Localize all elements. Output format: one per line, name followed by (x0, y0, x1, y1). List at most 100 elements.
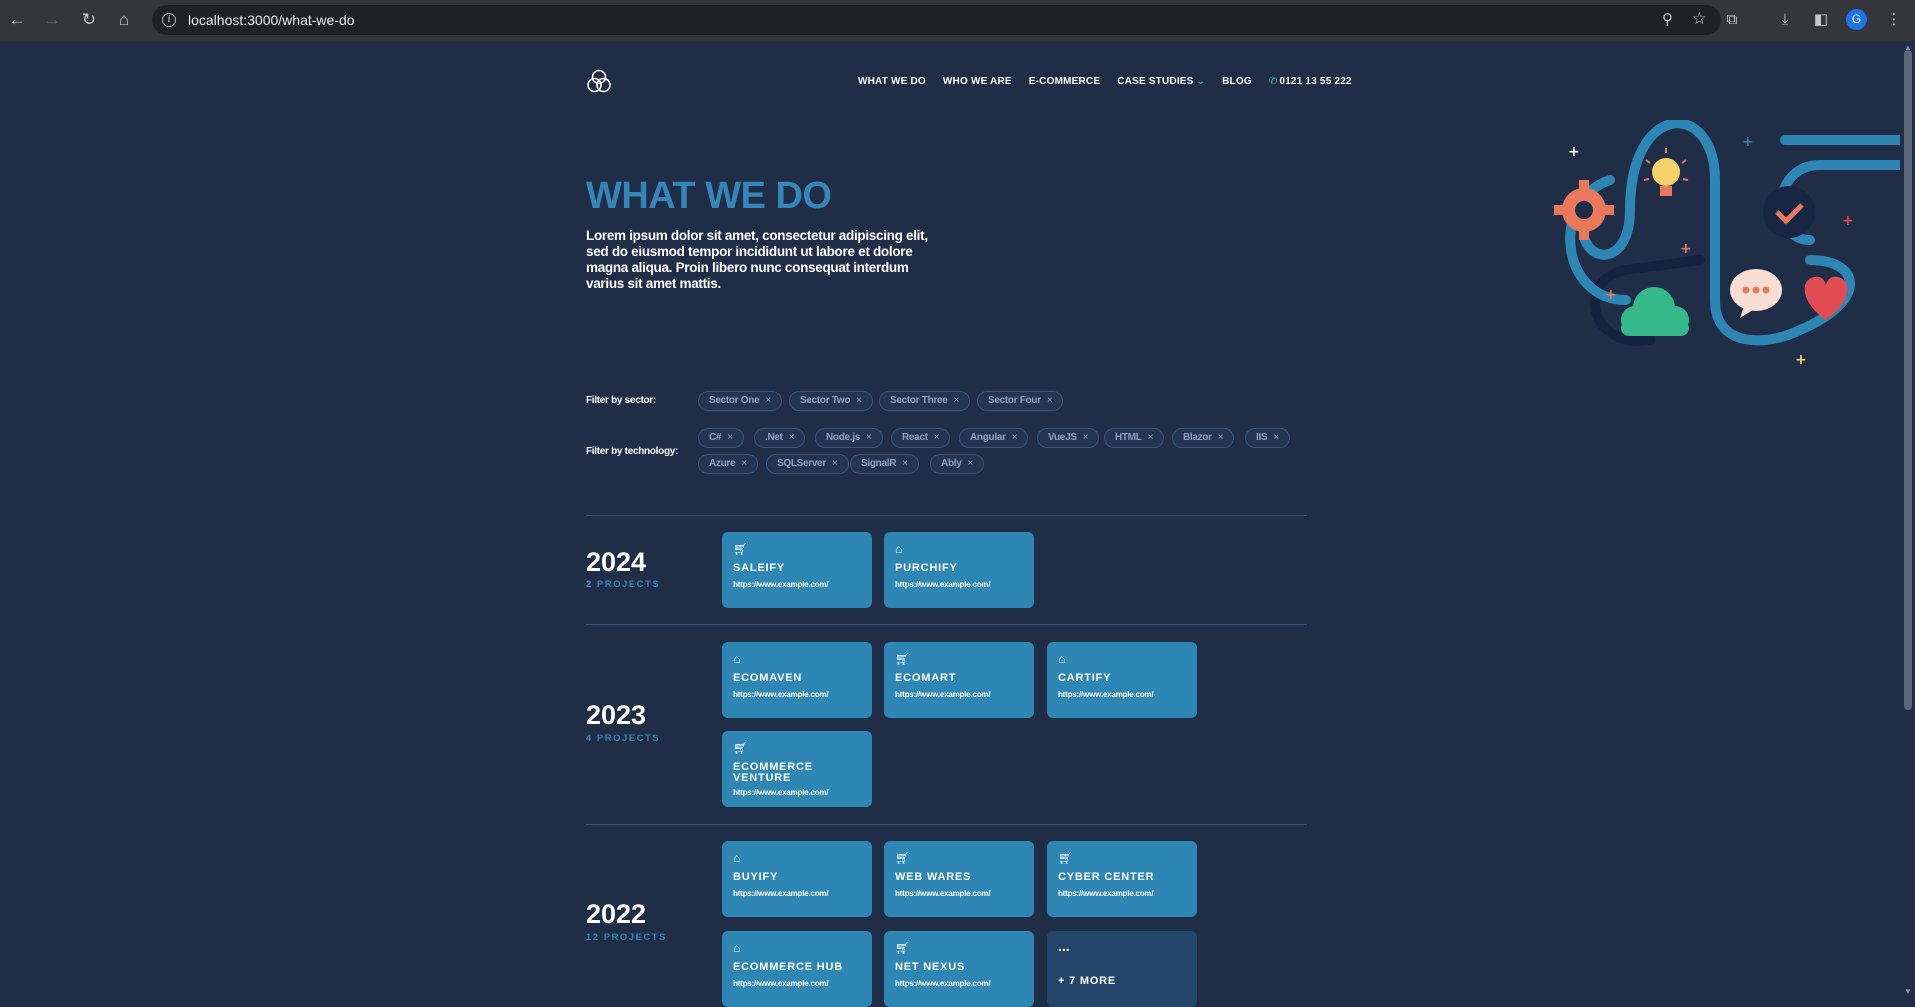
project-name: CYBER CENTER (1058, 871, 1155, 883)
back-icon[interactable]: ← (6, 9, 28, 31)
remove-icon[interactable]: × (832, 458, 838, 469)
scrollbar-thumb[interactable] (1904, 50, 1912, 710)
technology-chip[interactable]: HTML × (1104, 428, 1165, 448)
side-panel-icon[interactable]: ◧ (1811, 10, 1831, 30)
project-card[interactable]: ⌂ ECOMMERCE HUB https://www.example.com/ (722, 931, 872, 1007)
extensions-icon[interactable]: ⧉ (1722, 10, 1742, 30)
technology-chip[interactable]: VueJS × (1037, 428, 1100, 448)
project-url[interactable]: https://www.example.com/ (733, 889, 861, 898)
remove-icon[interactable]: × (954, 395, 960, 406)
remove-icon[interactable]: × (727, 432, 733, 443)
menu-kebab-icon[interactable]: ⋮ (1884, 10, 1904, 30)
remove-icon[interactable]: × (741, 458, 747, 469)
project-url[interactable]: https://www.example.com/ (733, 979, 861, 988)
project-url[interactable]: https://www.example.com/ (1058, 690, 1186, 699)
remove-icon[interactable]: × (1047, 395, 1053, 406)
technology-chip[interactable]: React × (891, 428, 951, 448)
technology-chip[interactable]: C# × (698, 428, 744, 448)
technology-chip[interactable]: IIS × (1245, 428, 1290, 448)
project-card[interactable]: ⌂ ECOMAVEN https://www.example.com/ (722, 642, 872, 718)
reload-icon[interactable]: ↻ (78, 9, 100, 31)
project-count: 12 PROJECTS (586, 932, 667, 943)
project-card[interactable]: 🛒︎ WEB WARES https://www.example.com/ (884, 841, 1034, 917)
more-projects-card[interactable]: ... + 7 MORE (1047, 931, 1197, 1007)
project-card[interactable]: ⌂ PURCHIFY https://www.example.com/ (884, 532, 1034, 608)
project-url[interactable]: https://www.example.com/ (733, 788, 861, 797)
chip-label: Azure (709, 458, 736, 469)
nav-phone[interactable]: ✆ 0121 13 55 222 (1269, 76, 1352, 87)
remove-icon[interactable]: × (1012, 432, 1018, 443)
nav-case-studies[interactable]: CASE STUDIES ⌄ (1117, 76, 1205, 87)
remove-icon[interactable]: × (1218, 432, 1224, 443)
technology-chip[interactable]: Angular × (959, 428, 1029, 448)
technology-chip[interactable]: Blazor × (1172, 428, 1235, 448)
project-name: WEB WARES (895, 871, 972, 883)
chip-label: React (902, 432, 928, 443)
project-card[interactable]: 🛒︎ CYBER CENTER https://www.example.com/ (1047, 841, 1197, 917)
project-name: ECOMMERCE VENTURE (733, 761, 813, 784)
project-card[interactable]: 🛒︎ ECOMART https://www.example.com/ (884, 642, 1034, 718)
remove-icon[interactable]: × (765, 395, 771, 406)
technology-chip[interactable]: .Net × (754, 428, 806, 448)
remove-icon[interactable]: × (1148, 432, 1154, 443)
technology-chip[interactable]: SQLServer × (766, 454, 849, 474)
chip-label: Sector Two (800, 395, 851, 406)
project-url[interactable]: https://www.example.com/ (895, 580, 1023, 589)
browser-toolbar: ← → ↻ ⌂ i localhost:3000/what-we-do ⚲ ☆ … (0, 0, 1915, 42)
remove-icon[interactable]: × (1273, 432, 1279, 443)
svg-text:+: + (1680, 241, 1692, 257)
address-bar[interactable]: i localhost:3000/what-we-do ⚲ ☆ (152, 5, 1721, 35)
lightbulb-icon (1643, 148, 1689, 196)
site-logo-icon[interactable] (586, 68, 612, 96)
remove-icon[interactable]: × (967, 458, 973, 469)
project-url[interactable]: https://www.example.com/ (895, 889, 1023, 898)
chip-label: Ably (941, 458, 962, 469)
remove-icon[interactable]: × (1083, 432, 1089, 443)
nav-blog[interactable]: BLOG (1222, 76, 1252, 87)
project-url[interactable]: https://www.example.com/ (733, 690, 861, 699)
remove-icon[interactable]: × (866, 432, 872, 443)
nav-what-we-do[interactable]: WHAT WE DO (858, 76, 926, 87)
sector-chip[interactable]: Sector Two × (789, 391, 873, 411)
sector-chip[interactable]: Sector Four × (977, 391, 1064, 411)
sector-chip[interactable]: Sector One × (698, 391, 782, 411)
project-card[interactable]: ⌂ CARTIFY https://www.example.com/ (1047, 642, 1197, 718)
cart-icon: 🛒︎ (1058, 851, 1074, 865)
project-name: ECOMART (895, 672, 957, 684)
site-info-icon[interactable]: i (162, 13, 176, 27)
project-url[interactable]: https://www.example.com/ (733, 580, 861, 589)
remove-icon[interactable]: × (902, 458, 908, 469)
technology-chip[interactable]: Azure × (698, 454, 758, 474)
zoom-icon[interactable]: ⚲ (1662, 10, 1673, 28)
chip-label: Sector Three (890, 395, 948, 406)
project-url[interactable]: https://www.example.com/ (1058, 889, 1186, 898)
cart-icon: 🛒︎ (895, 851, 911, 865)
technology-chip[interactable]: SignalR × (850, 454, 919, 474)
technology-chip[interactable]: Node.js × (815, 428, 883, 448)
url-text[interactable]: localhost:3000/what-we-do (188, 12, 355, 28)
profile-avatar[interactable]: G (1846, 9, 1867, 30)
remove-icon[interactable]: × (934, 432, 940, 443)
page-scrollbar[interactable]: ▲ ▼ (1901, 42, 1915, 998)
project-name: NET NEXUS (895, 961, 966, 973)
scroll-down-icon[interactable]: ▼ (1904, 988, 1912, 996)
project-card[interactable]: 🛒︎ ECOMMERCE VENTURE https://www.example… (722, 731, 872, 807)
download-icon[interactable]: ⤓ (1775, 10, 1795, 30)
technology-chip[interactable]: Ably × (930, 454, 985, 474)
phone-number: 0121 13 55 222 (1279, 76, 1352, 87)
project-url[interactable]: https://www.example.com/ (895, 979, 1023, 988)
project-card[interactable]: 🛒︎ SALEIFY https://www.example.com/ (722, 532, 872, 608)
project-card[interactable]: 🛒︎ NET NEXUS https://www.example.com/ (884, 931, 1034, 1007)
cart-icon: 🛒︎ (733, 741, 749, 755)
remove-icon[interactable]: × (789, 432, 795, 443)
project-url[interactable]: https://www.example.com/ (895, 690, 1023, 699)
bookmark-star-icon[interactable]: ☆ (1692, 9, 1707, 29)
gear-icon (1554, 180, 1614, 240)
sector-chip[interactable]: Sector Three × (879, 391, 971, 411)
nav-e-commerce[interactable]: E-COMMERCE (1029, 76, 1100, 87)
forward-icon[interactable]: → (41, 9, 63, 31)
project-card[interactable]: ⌂ BUYIFY https://www.example.com/ (722, 841, 872, 917)
remove-icon[interactable]: × (856, 395, 862, 406)
home-icon[interactable]: ⌂ (113, 9, 135, 31)
nav-who-we-are[interactable]: WHO WE ARE (943, 76, 1012, 87)
